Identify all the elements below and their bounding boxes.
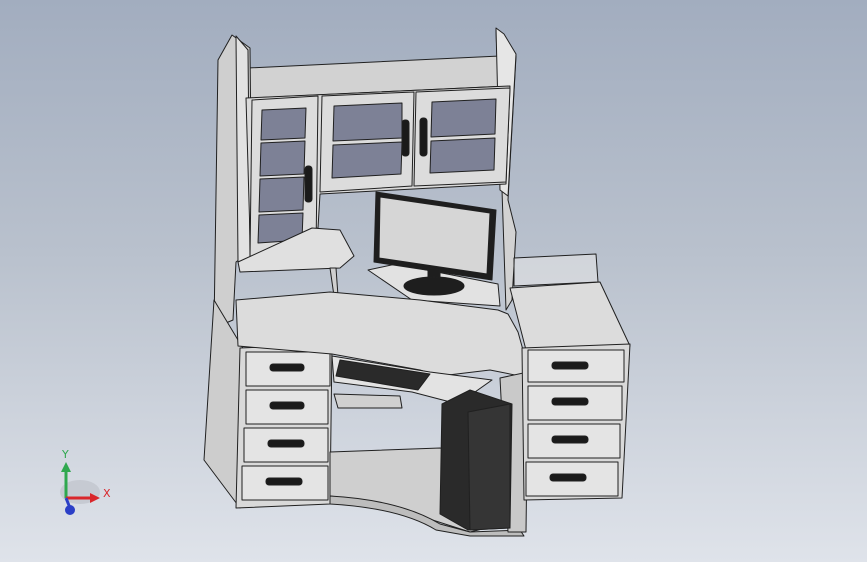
right-drawer-3-handle (551, 435, 589, 444)
left-drawer-1-handle (269, 363, 305, 372)
right-door-glass-bottom (429, 137, 496, 174)
pc-tower-front (467, 403, 511, 531)
right-upper-screen (513, 253, 599, 287)
triad-y-label: Y (61, 448, 69, 461)
desk-model[interactable]: Y X (0, 0, 867, 562)
keyboard-slide-shelf (333, 393, 403, 409)
right-door-glass-top (430, 98, 497, 138)
left-door-glass-1 (260, 107, 307, 141)
triad-y-arrow (61, 462, 71, 472)
left-drawer-2-handle (269, 401, 305, 410)
monitor-stand-base (403, 276, 465, 296)
coordinate-triad: Y X (60, 448, 111, 515)
triad-x-label: X (103, 487, 111, 500)
triad-z-arrow (65, 505, 75, 515)
left-drawer-4-handle (265, 477, 303, 486)
middle-door-handle (401, 119, 410, 157)
left-door-glass-3 (258, 176, 305, 213)
cad-viewport[interactable]: Y X (0, 0, 867, 562)
middle-door-glass-top (332, 102, 403, 142)
computer-desk-assembly (203, 27, 631, 537)
middle-door-glass-bottom (331, 141, 403, 179)
right-drawer-4-handle (549, 473, 587, 482)
right-door-handle (419, 117, 428, 157)
left-door-glass-2 (259, 140, 306, 177)
right-drawer-1-handle (551, 361, 589, 370)
right-pedestal-top (509, 281, 631, 351)
left-door-handle (304, 165, 313, 203)
right-drawer-2-handle (551, 397, 589, 406)
left-drawer-3-handle (267, 439, 305, 448)
